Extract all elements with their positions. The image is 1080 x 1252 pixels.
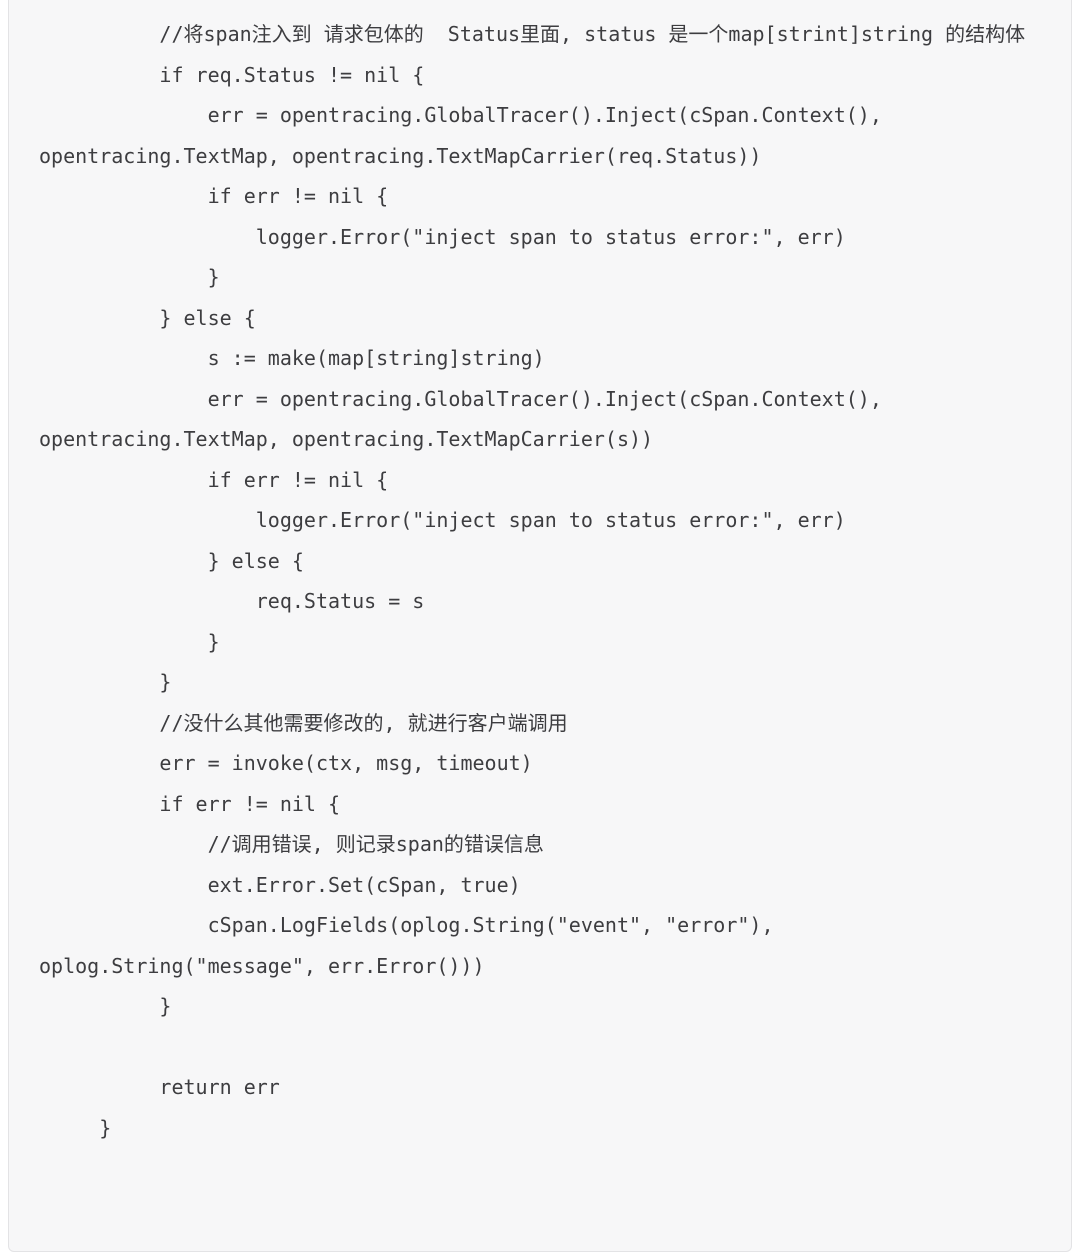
code-scroll-area[interactable]: //将span注入到 请求包体的 Status里面, status 是一个map…	[39, 14, 1055, 1148]
code-line: }	[39, 670, 172, 694]
code-line: } else {	[39, 305, 256, 330]
code-line: }	[39, 1115, 112, 1140]
code-line: //将span注入到 请求包体的 Status里面, status 是一个map…	[39, 22, 1026, 46]
code-line: return err	[39, 1075, 280, 1099]
code-line: }	[39, 265, 220, 289]
code-line: if err != nil {	[39, 467, 389, 492]
code-line: req.Status = s	[39, 589, 425, 613]
code-line: //调用错误, 则记录span的错误信息	[39, 832, 544, 856]
code-line: if req.Status != nil {	[39, 62, 425, 87]
code-line: err = opentracing.GlobalTracer().Inject(…	[39, 386, 894, 452]
code-content: //将span注入到 请求包体的 Status里面, status 是一个map…	[39, 14, 1055, 1148]
code-line: }	[39, 994, 172, 1018]
page-container: //将span注入到 请求包体的 Status里面, status 是一个map…	[0, 0, 1080, 1252]
code-line: logger.Error("inject span to status erro…	[39, 224, 846, 249]
code-line: logger.Error("inject span to status erro…	[39, 508, 846, 532]
code-line: //没什么其他需要修改的, 就进行客户端调用	[39, 710, 568, 735]
code-line: cSpan.LogFields(oplog.String("event", "e…	[39, 913, 786, 978]
code-line: ext.Error.Set(cSpan, true)	[39, 872, 521, 897]
code-line: }	[39, 629, 220, 654]
code-block-card: //将span注入到 请求包体的 Status里面, status 是一个map…	[8, 0, 1072, 1252]
code-line: if err != nil {	[39, 184, 389, 208]
code-line: if err != nil {	[39, 791, 341, 816]
code-line: } else {	[39, 548, 304, 573]
code-line: s := make(map[string]string)	[39, 346, 545, 370]
code-line: err = opentracing.GlobalTracer().Inject(…	[39, 103, 894, 168]
code-line: err = invoke(ctx, msg, timeout)	[39, 751, 533, 775]
